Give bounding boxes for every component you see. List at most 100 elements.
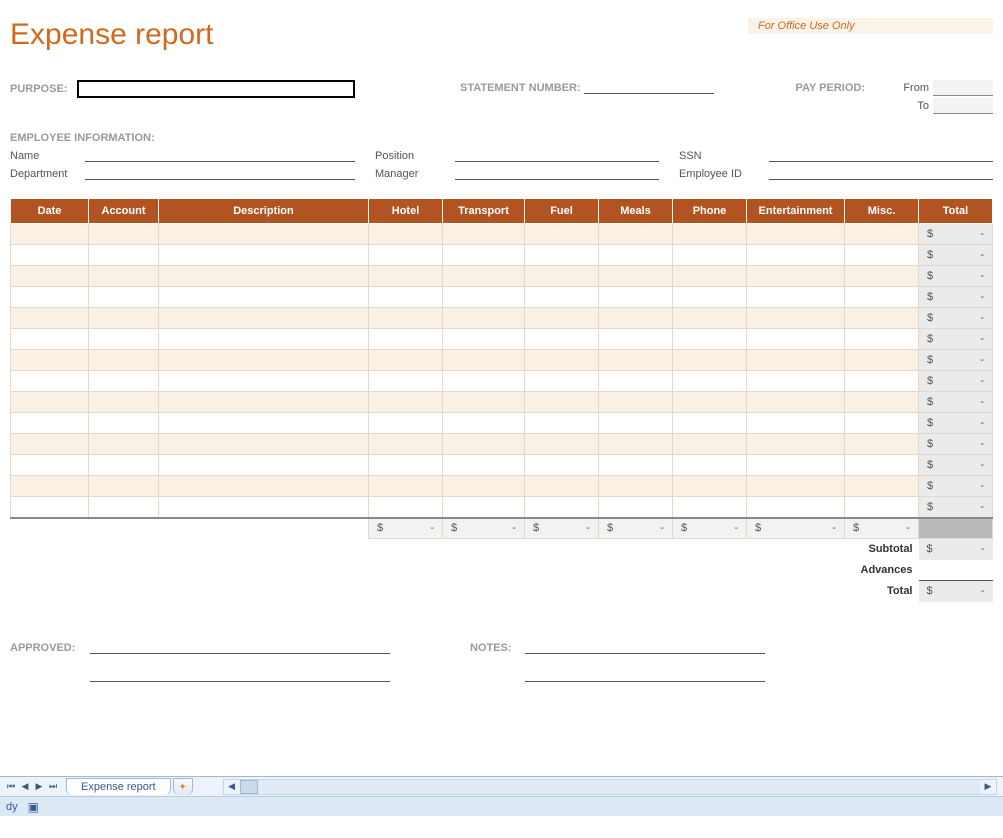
notes-line-2[interactable] — [525, 668, 765, 682]
table-cell[interactable] — [845, 308, 919, 329]
table-cell[interactable] — [599, 455, 673, 476]
table-cell[interactable] — [443, 287, 525, 308]
table-cell[interactable] — [845, 455, 919, 476]
table-cell[interactable] — [525, 455, 599, 476]
table-cell[interactable] — [11, 245, 89, 266]
table-cell[interactable] — [525, 308, 599, 329]
table-cell[interactable] — [89, 245, 159, 266]
table-cell[interactable] — [89, 392, 159, 413]
table-cell[interactable] — [89, 266, 159, 287]
table-cell[interactable] — [525, 497, 599, 518]
purpose-input[interactable] — [77, 80, 355, 98]
table-cell[interactable] — [443, 455, 525, 476]
table-cell[interactable] — [525, 392, 599, 413]
table-cell[interactable] — [11, 287, 89, 308]
table-cell[interactable] — [369, 308, 443, 329]
table-cell[interactable] — [11, 392, 89, 413]
table-cell[interactable] — [11, 413, 89, 434]
table-cell[interactable] — [747, 455, 845, 476]
table-cell[interactable] — [369, 413, 443, 434]
scroll-thumb[interactable] — [240, 780, 258, 794]
table-cell[interactable] — [443, 266, 525, 287]
table-cell[interactable] — [443, 350, 525, 371]
table-cell[interactable] — [845, 287, 919, 308]
table-cell[interactable] — [443, 245, 525, 266]
table-cell[interactable] — [747, 497, 845, 518]
table-cell[interactable] — [673, 497, 747, 518]
table-cell[interactable] — [369, 434, 443, 455]
table-cell[interactable] — [845, 224, 919, 245]
table-cell[interactable] — [845, 434, 919, 455]
table-cell[interactable] — [89, 308, 159, 329]
advances-value[interactable] — [919, 560, 993, 581]
table-cell[interactable] — [525, 434, 599, 455]
table-cell[interactable] — [159, 434, 369, 455]
table-cell[interactable] — [747, 287, 845, 308]
table-cell[interactable] — [525, 287, 599, 308]
table-cell[interactable] — [673, 329, 747, 350]
table-cell[interactable] — [369, 497, 443, 518]
approved-line-1[interactable] — [90, 640, 390, 654]
table-cell[interactable] — [673, 371, 747, 392]
table-cell[interactable] — [159, 392, 369, 413]
table-cell[interactable] — [599, 329, 673, 350]
table-cell[interactable] — [599, 287, 673, 308]
column-header[interactable]: Account — [89, 199, 159, 224]
table-cell[interactable] — [599, 392, 673, 413]
table-cell[interactable] — [747, 245, 845, 266]
scroll-left-icon[interactable]: ◀ — [224, 781, 240, 792]
table-cell[interactable] — [599, 434, 673, 455]
table-cell[interactable] — [369, 266, 443, 287]
notes-line-1[interactable] — [525, 640, 765, 654]
horizontal-scrollbar[interactable]: ◀ ▶ — [223, 779, 997, 795]
table-cell[interactable] — [89, 476, 159, 497]
table-cell[interactable] — [599, 224, 673, 245]
table-cell[interactable] — [443, 434, 525, 455]
approved-line-2[interactable] — [90, 668, 390, 682]
table-cell[interactable] — [369, 455, 443, 476]
table-cell[interactable] — [845, 476, 919, 497]
table-cell[interactable] — [599, 266, 673, 287]
table-cell[interactable] — [159, 287, 369, 308]
table-cell[interactable] — [89, 287, 159, 308]
table-cell[interactable] — [369, 476, 443, 497]
table-cell[interactable] — [747, 266, 845, 287]
table-cell[interactable] — [747, 413, 845, 434]
table-cell[interactable] — [89, 497, 159, 518]
table-cell[interactable] — [11, 224, 89, 245]
table-cell[interactable] — [89, 350, 159, 371]
position-input[interactable] — [455, 148, 659, 162]
table-cell[interactable] — [11, 371, 89, 392]
table-cell[interactable] — [599, 476, 673, 497]
table-cell[interactable] — [599, 371, 673, 392]
table-cell[interactable] — [369, 392, 443, 413]
table-cell[interactable] — [443, 224, 525, 245]
table-cell[interactable] — [443, 497, 525, 518]
insert-sheet-icon[interactable]: ✦ — [173, 778, 193, 795]
table-cell[interactable] — [443, 371, 525, 392]
table-cell[interactable] — [11, 308, 89, 329]
table-cell[interactable] — [159, 224, 369, 245]
table-cell[interactable] — [159, 329, 369, 350]
table-cell[interactable] — [525, 350, 599, 371]
column-header[interactable]: Misc. — [845, 199, 919, 224]
table-cell[interactable] — [89, 224, 159, 245]
table-cell[interactable] — [845, 245, 919, 266]
table-cell[interactable] — [845, 497, 919, 518]
table-cell[interactable] — [159, 350, 369, 371]
from-input[interactable] — [933, 80, 993, 96]
employee-id-input[interactable] — [769, 166, 993, 180]
table-cell[interactable] — [673, 350, 747, 371]
table-cell[interactable] — [159, 308, 369, 329]
table-cell[interactable] — [747, 329, 845, 350]
column-header[interactable]: Transport — [443, 199, 525, 224]
column-header[interactable]: Entertainment — [747, 199, 845, 224]
table-cell[interactable] — [747, 371, 845, 392]
table-cell[interactable] — [369, 329, 443, 350]
table-cell[interactable] — [11, 266, 89, 287]
table-cell[interactable] — [599, 497, 673, 518]
column-header[interactable]: Total — [919, 199, 993, 224]
column-header[interactable]: Date — [11, 199, 89, 224]
table-cell[interactable] — [525, 476, 599, 497]
statement-number-input[interactable] — [584, 80, 714, 94]
